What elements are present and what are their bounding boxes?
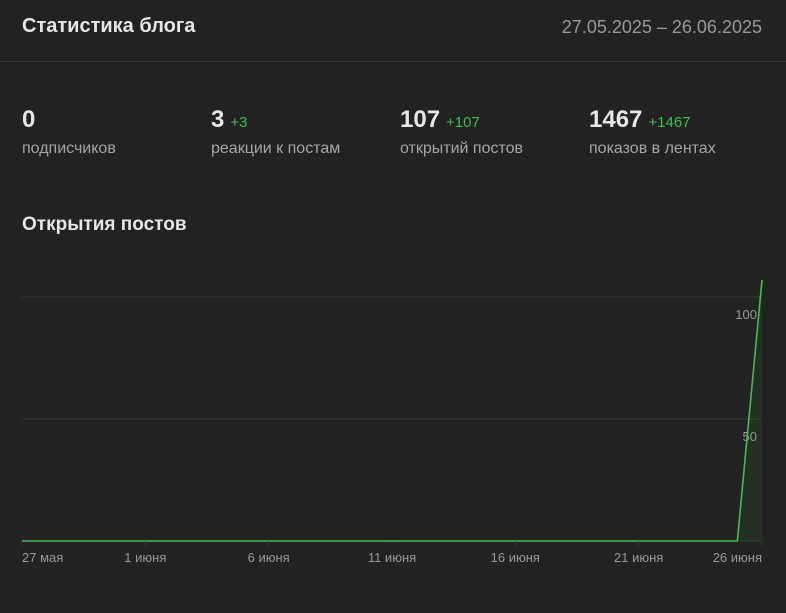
x-tick-label: 16 июня (491, 550, 540, 565)
stat-subscribers: 0 подписчиков (22, 106, 116, 158)
stat-post-opens: 107 +107 открытий постов (400, 106, 523, 158)
header: Статистика блога 27.05.2025 – 26.06.2025 (0, 0, 786, 62)
stat-label: открытий постов (400, 140, 524, 157)
x-tick-label: 1 июня (124, 550, 166, 565)
stat-value: 1467 (589, 106, 643, 133)
series-line (22, 279, 763, 542)
x-tick-label: 27 мая (22, 550, 63, 565)
stat-value: 107 (400, 106, 441, 133)
stat-label: показов в лентах (589, 140, 716, 157)
stat-delta: +107 (446, 114, 480, 131)
x-tick-label: 6 июня (248, 550, 290, 565)
chart-section-title: Открытия постов (22, 214, 187, 235)
x-tick-label: 11 июня (368, 550, 416, 565)
stat-feed-impressions: 1467 +1467 показов в лентах (589, 106, 716, 158)
stat-value: 3 (211, 106, 225, 133)
series-area (22, 279, 762, 541)
y-tick-label: 100 (735, 307, 757, 322)
x-tick-label: 26 июня (713, 550, 762, 565)
stat-label: подписчиков (22, 140, 116, 157)
stat-delta: +3 (230, 114, 248, 131)
x-tick-label: 21 июня (614, 550, 663, 565)
post-opens-chart: 5010027 мая 1 июня 6 июня 11 июня 16 июня 21 … (21, 279, 763, 565)
stat-value: 0 (22, 106, 36, 133)
stat-delta: +1467 (648, 114, 691, 131)
date-range[interactable]: 27.05.2025 – 26.06.2025 (562, 17, 762, 38)
stat-label: реакции к постам (211, 140, 341, 157)
stat-reactions: 3 +3 реакции к постам (211, 106, 340, 158)
page-title: Статистика блога (22, 15, 196, 37)
